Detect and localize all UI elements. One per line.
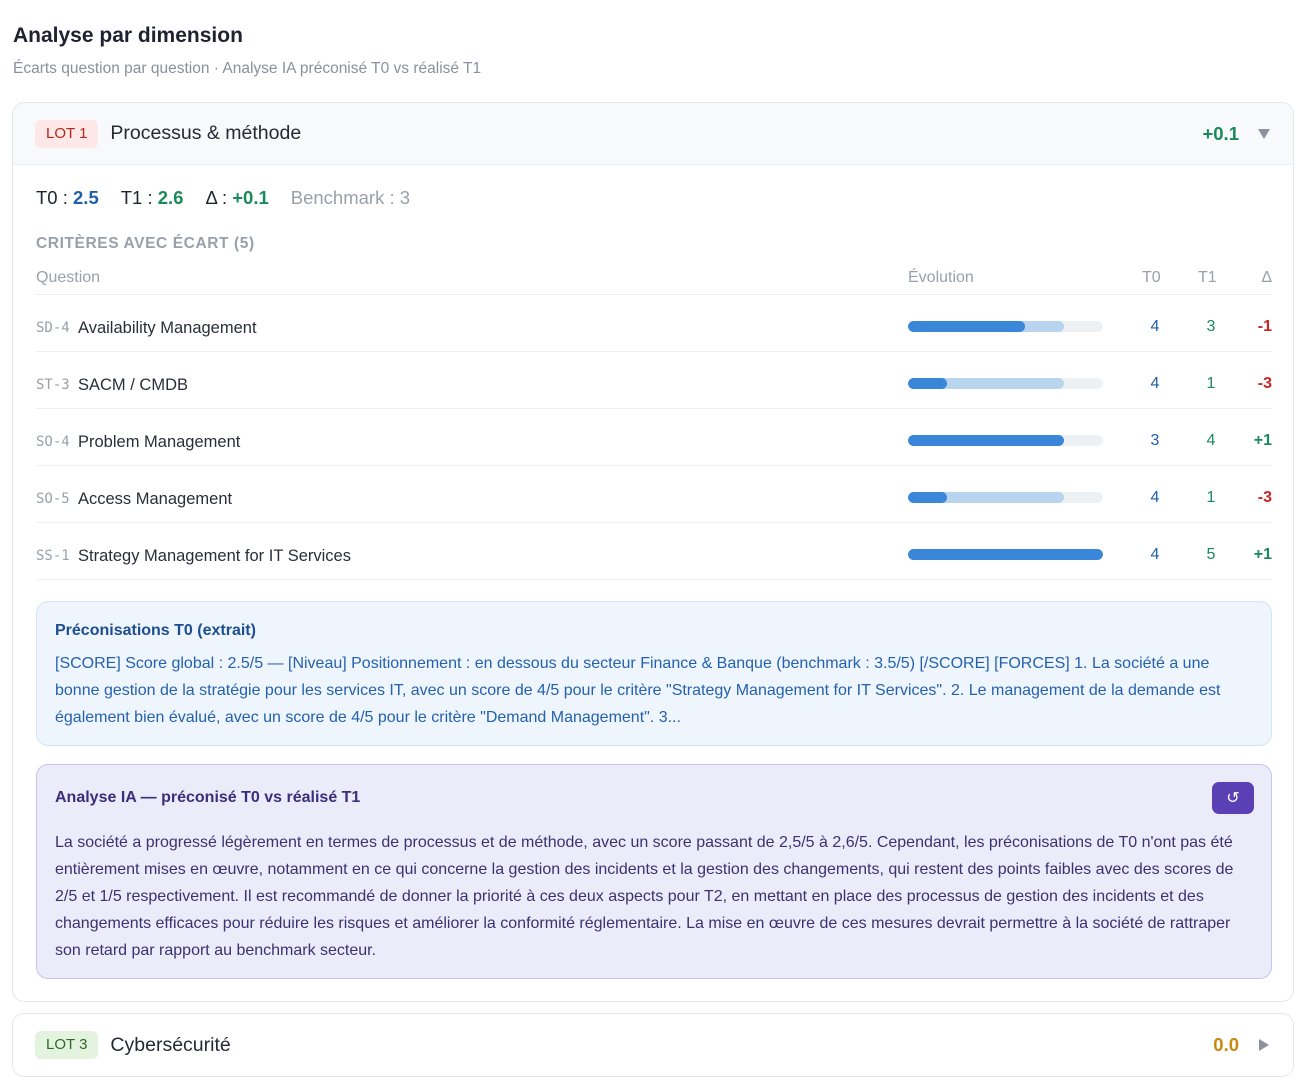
ai-analysis-text: La société a progressé légèrement en ter… xyxy=(55,834,1234,959)
ai-analysis-box: Analyse IA — préconisé T0 vs réalisé T1 … xyxy=(36,764,1272,979)
column-evolution: Évolution xyxy=(908,269,974,286)
evolution-bar xyxy=(908,492,1103,503)
refresh-icon: ↺ xyxy=(1226,790,1240,807)
lot-header[interactable]: LOT 1 Processus & méthode +0.1 xyxy=(13,103,1293,165)
criterion-code: ST-3 xyxy=(36,377,70,393)
t0-value: 4 xyxy=(1150,489,1160,506)
criterion-code: SO-4 xyxy=(36,434,70,450)
t1-value: 4 xyxy=(1206,432,1216,449)
evolution-bar xyxy=(908,549,1103,560)
t0-score: T0 : 2.5 xyxy=(36,187,99,208)
criteria-table: Question Évolution T0 T1 Δ SD-4 Availabil… xyxy=(36,263,1272,580)
lot-delta: +0.1 xyxy=(1202,122,1239,144)
column-delta: Δ xyxy=(1261,269,1272,286)
score-summary: T0 : 2.5 T1 : 2.6 Δ : +0.1 Benchmark : 3 xyxy=(36,187,432,209)
recommendations-box: Préconisations T0 (extrait) [SCORE] Scor… xyxy=(36,601,1272,746)
evolution-bar-t1 xyxy=(908,321,1025,332)
chevron-right-icon[interactable] xyxy=(1257,1038,1271,1052)
delta-score: Δ : +0.1 xyxy=(205,187,269,208)
evolution-bar-t1 xyxy=(908,492,947,503)
criterion-label: Access Management xyxy=(78,490,233,508)
lot-delta: 0.0 xyxy=(1213,1034,1239,1055)
t0-value: 4 xyxy=(1150,546,1160,563)
criteria-title: CRITÈRES AVEC ÉCART (5) xyxy=(36,235,255,252)
lot-card-processus: LOT 1 Processus & méthode +0.1 T0 : 2.5 … xyxy=(12,102,1294,1002)
evolution-bar xyxy=(908,378,1103,389)
table-row: SO-5 Access Management 4 1 -3 xyxy=(36,466,1272,523)
ai-analysis-title: Analyse IA — préconisé T0 vs réalisé T1 xyxy=(55,789,361,806)
criterion-code: SS-1 xyxy=(36,548,70,564)
recommendations-text: [SCORE] Score global : 2.5/5 — [Niveau] … xyxy=(55,655,1221,726)
evolution-bar xyxy=(908,435,1103,446)
lot-badge: LOT 1 xyxy=(35,119,99,148)
page-title: Analyse par dimension xyxy=(13,24,243,47)
evolution-bar-t1 xyxy=(908,549,1103,560)
page-subtitle: Écarts question par question · Analyse I… xyxy=(13,60,482,77)
evolution-bar-t1 xyxy=(908,435,1064,446)
lot-card-cybersecurite: LOT 3 Cybersécurité 0.0 xyxy=(12,1013,1294,1077)
criterion-label: Availability Management xyxy=(78,319,257,337)
criterion-label: Problem Management xyxy=(78,433,241,451)
t0-value: 3 xyxy=(1150,432,1160,449)
criterion-label: Strategy Management for IT Services xyxy=(78,547,351,565)
column-t1: T1 xyxy=(1198,269,1217,286)
delta-value: -3 xyxy=(1257,489,1272,506)
delta-value: -1 xyxy=(1257,318,1272,335)
delta-value: -3 xyxy=(1257,375,1272,392)
delta-value: +1 xyxy=(1253,546,1272,563)
table-row: SD-4 Availability Management 4 3 -1 xyxy=(36,295,1272,352)
refresh-button[interactable]: ↺ xyxy=(1212,782,1254,814)
table-row: SS-1 Strategy Management for IT Services 4… xyxy=(36,523,1272,580)
column-t0: T0 xyxy=(1142,269,1161,286)
lot-name: Cybersécurité xyxy=(110,1033,231,1056)
t1-value: 3 xyxy=(1206,318,1216,335)
criterion-label: SACM / CMDB xyxy=(78,376,189,394)
lot-badge: LOT 3 xyxy=(35,1031,99,1059)
criterion-code: SO-5 xyxy=(36,491,70,507)
evolution-bar-t1 xyxy=(908,378,947,389)
t0-value: 4 xyxy=(1150,375,1160,392)
criterion-code: SD-4 xyxy=(36,320,70,336)
benchmark-score: Benchmark : 3 xyxy=(290,187,411,208)
table-header: Question Évolution T0 T1 Δ xyxy=(36,263,1272,295)
table-row: SO-4 Problem Management 3 4 +1 xyxy=(36,409,1272,466)
lot-header[interactable]: LOT 3 Cybersécurité 0.0 xyxy=(13,1014,1293,1076)
t1-score: T1 : 2.6 xyxy=(120,187,184,208)
lot-name: Processus & méthode xyxy=(110,122,302,144)
t1-value: 5 xyxy=(1206,546,1216,563)
table-row: ST-3 SACM / CMDB 4 1 -3 xyxy=(36,352,1272,409)
evolution-bar xyxy=(908,321,1103,332)
delta-value: +1 xyxy=(1253,432,1272,449)
column-question: Question xyxy=(36,269,101,286)
t1-value: 1 xyxy=(1206,375,1216,392)
t0-value: 4 xyxy=(1150,318,1160,335)
chevron-down-icon[interactable] xyxy=(1257,127,1271,141)
recommendations-title: Préconisations T0 (extrait) xyxy=(55,622,256,639)
t1-value: 1 xyxy=(1206,489,1216,506)
